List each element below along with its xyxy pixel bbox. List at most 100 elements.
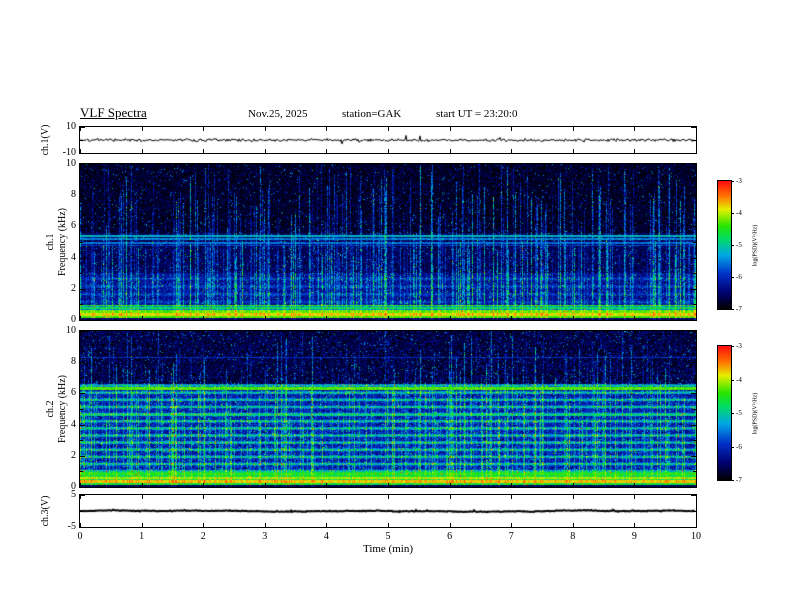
axis-tick [80,127,85,128]
axis-tick [731,277,734,278]
axis-tick [80,487,85,488]
colorbar-tick-label: -7 [736,476,742,484]
axis-tick [634,127,635,131]
x-tick-label: 0 [77,531,83,542]
x-tick-label: 9 [631,531,637,542]
axis-tick [326,495,327,499]
axis-tick [691,258,696,259]
axis-tick [511,483,512,487]
axis-tick [80,409,83,410]
axis-tick [573,127,574,131]
axis-tick [326,316,327,320]
axis-tick [691,331,696,332]
axis-tick [731,309,734,310]
axis-tick [80,495,85,496]
axis-tick [80,140,83,141]
x-tick-label: 5 [385,531,391,542]
axis-tick [511,331,512,335]
axis-tick [203,316,204,320]
axis-tick [80,362,85,363]
axis-tick [691,456,696,457]
axis-tick [326,483,327,487]
axis-tick [388,127,389,131]
axis-tick [265,127,266,131]
axis-tick [731,447,734,448]
start-ut-label: start UT = 23:20:0 [436,108,518,120]
axis-tick [511,149,512,153]
plot-title: VLF Spectra [80,105,147,120]
axis-tick [80,425,85,426]
y-tick-label: -10 [62,147,76,158]
axis-tick [573,316,574,320]
colorbar-tick-label: -7 [736,305,742,313]
axis-tick [696,316,697,320]
axis-tick [696,149,697,153]
x-axis-label: Time (min) [362,543,413,555]
axis-tick [326,127,327,131]
y-tick-label: 8 [71,356,76,367]
axis-tick [634,495,635,499]
axis-tick [691,425,696,426]
axis-tick [691,127,696,128]
axis-tick [693,304,696,305]
x-tick-label: 8 [570,531,576,542]
axis-tick [450,149,451,153]
colorbar-tick-label: -5 [736,409,742,417]
axis-tick [693,140,696,141]
axis-tick [203,149,204,153]
axis-tick [450,483,451,487]
axis-tick [326,523,327,527]
colorbar-tick-label: -4 [736,376,742,384]
axis-tick [691,487,696,488]
axis-tick [696,127,697,131]
axis-tick [450,331,451,335]
station-label: station=GAK [342,108,402,120]
axis-tick [203,523,204,527]
axis-tick [731,346,734,347]
y-tick-label: 4 [71,252,76,263]
x-tick-label: 4 [323,531,329,542]
axis-tick [80,195,85,196]
colorbar-tick-label: -5 [736,241,742,249]
y-tick-label: 4 [71,419,76,430]
axis-tick [80,331,85,332]
ch2-spectrogram-plot [80,331,696,487]
axis-tick [265,164,266,168]
axis-tick [80,304,83,305]
axis-tick [634,316,635,320]
axis-tick [80,180,83,181]
colorbar-tick-label: -3 [736,177,742,185]
axis-tick [696,164,697,168]
axis-tick [80,456,85,457]
axis-tick [265,483,266,487]
axis-tick [265,316,266,320]
axis-tick [265,331,266,335]
colorbar-ch2 [717,345,732,481]
axis-tick [388,495,389,499]
axis-tick [691,226,696,227]
axis-tick [142,316,143,320]
vlf-spectra-figure: VLF Spectra Nov.25, 2025 station=GAK sta… [0,0,792,612]
x-tick-label: 3 [262,531,268,542]
axis-tick [142,483,143,487]
axis-tick [573,164,574,168]
axis-tick [388,164,389,168]
y-tick-label: 10 [66,325,76,336]
axis-tick [511,164,512,168]
axis-tick [731,213,734,214]
axis-tick [693,378,696,379]
axis-tick [388,523,389,527]
axis-tick [573,523,574,527]
x-tick-label: 10 [691,531,701,542]
axis-tick [80,226,85,227]
axis-tick [203,164,204,168]
axis-tick [80,273,83,274]
colorbar-tick-label: -4 [736,209,742,217]
axis-tick [691,289,696,290]
colorbar-tick-label: -3 [736,342,742,350]
colorbar-axis-label: log(PSD)(V²/Hz) [752,224,759,267]
x-tick-label: 6 [447,531,453,542]
axis-tick [142,164,143,168]
axis-tick [80,320,85,321]
axis-tick [265,495,266,499]
